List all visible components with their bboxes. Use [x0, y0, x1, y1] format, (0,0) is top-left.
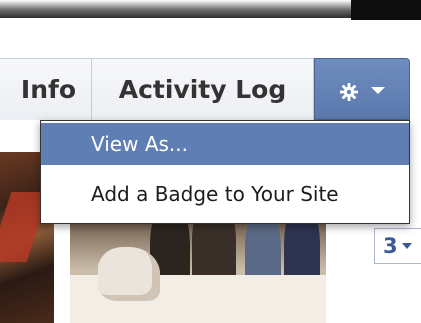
- photo-count-dropdown[interactable]: 3: [374, 228, 421, 264]
- caret-down-icon: [371, 87, 385, 94]
- cover-photo-dark-corner: [351, 0, 421, 20]
- menu-item-view-as[interactable]: View As...: [41, 123, 409, 165]
- chevron-down-icon: [401, 243, 412, 249]
- settings-dropdown-menu: View As... Add a Badge to Your Site: [40, 120, 410, 224]
- profile-tab-bar: Info Activity Log: [0, 58, 412, 120]
- menu-item-view-as-label: View As...: [91, 132, 188, 156]
- tab-activity-log[interactable]: Activity Log: [92, 58, 314, 120]
- tab-info-label: Info: [20, 75, 77, 104]
- photo-bag: [98, 247, 160, 301]
- tab-info[interactable]: Info: [0, 58, 92, 120]
- tab-activity-log-label: Activity Log: [118, 75, 287, 104]
- menu-item-add-badge-label: Add a Badge to Your Site: [91, 182, 339, 206]
- settings-gear-button[interactable]: [314, 58, 410, 120]
- photo-count-label: 3: [383, 234, 398, 258]
- menu-item-add-badge[interactable]: Add a Badge to Your Site: [41, 165, 409, 223]
- gear-icon: [339, 79, 359, 101]
